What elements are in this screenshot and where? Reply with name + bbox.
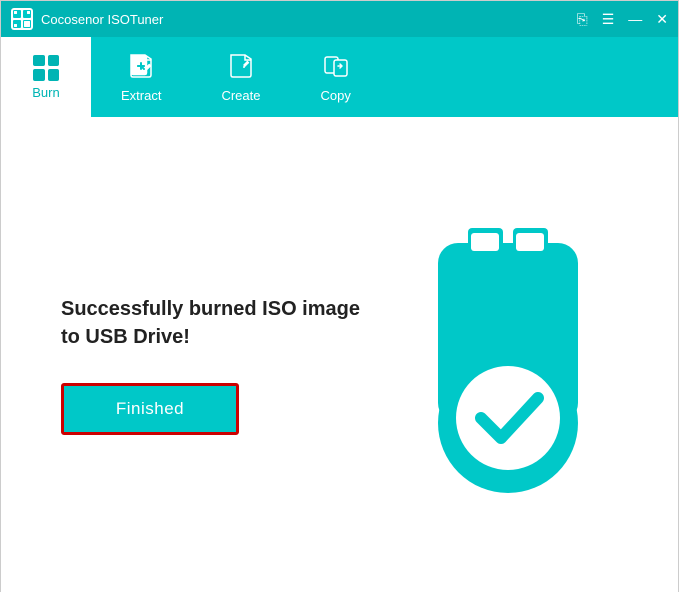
minimize-icon[interactable]: — — [628, 12, 642, 26]
app-title: Cocosenor ISOTuner — [41, 12, 163, 27]
success-message: Successfully burned ISO image to USB Dri… — [61, 295, 360, 351]
tab-extract-label: Extract — [121, 88, 161, 103]
title-bar: Cocosenor ISOTuner ⎘ ☰ — ✕ — [1, 1, 678, 37]
tab-copy-label: Copy — [321, 88, 351, 103]
content-area: Successfully burned ISO image to USB Dri… — [1, 117, 678, 593]
tab-copy[interactable]: Copy — [291, 37, 381, 117]
menu-icon[interactable]: ☰ — [602, 12, 615, 26]
close-icon[interactable]: ✕ — [656, 12, 668, 26]
copy-icon — [322, 52, 350, 84]
tab-create-label: Create — [221, 88, 260, 103]
finished-button[interactable]: Finished — [61, 383, 239, 435]
success-line1: Successfully burned ISO image — [61, 298, 360, 320]
burn-icon — [33, 55, 59, 81]
app-logo-icon — [11, 8, 33, 30]
tab-burn-label: Burn — [32, 85, 59, 100]
content-left: Successfully burned ISO image to USB Dri… — [61, 295, 360, 435]
extract-icon — [127, 52, 155, 84]
tab-burn[interactable]: Burn — [1, 37, 91, 117]
tab-extract[interactable]: Extract — [91, 37, 191, 117]
tab-create[interactable]: Create — [191, 37, 290, 117]
usb-drive-svg — [398, 223, 618, 503]
create-icon — [227, 52, 255, 84]
usb-illustration — [398, 223, 618, 508]
share-icon[interactable]: ⎘ — [577, 12, 588, 26]
title-bar-controls: ⎘ ☰ — ✕ — [577, 12, 669, 26]
success-line2: to USB Drive! — [61, 326, 190, 348]
toolbar: Burn Extract — [1, 37, 678, 117]
title-bar-left: Cocosenor ISOTuner — [11, 8, 163, 30]
